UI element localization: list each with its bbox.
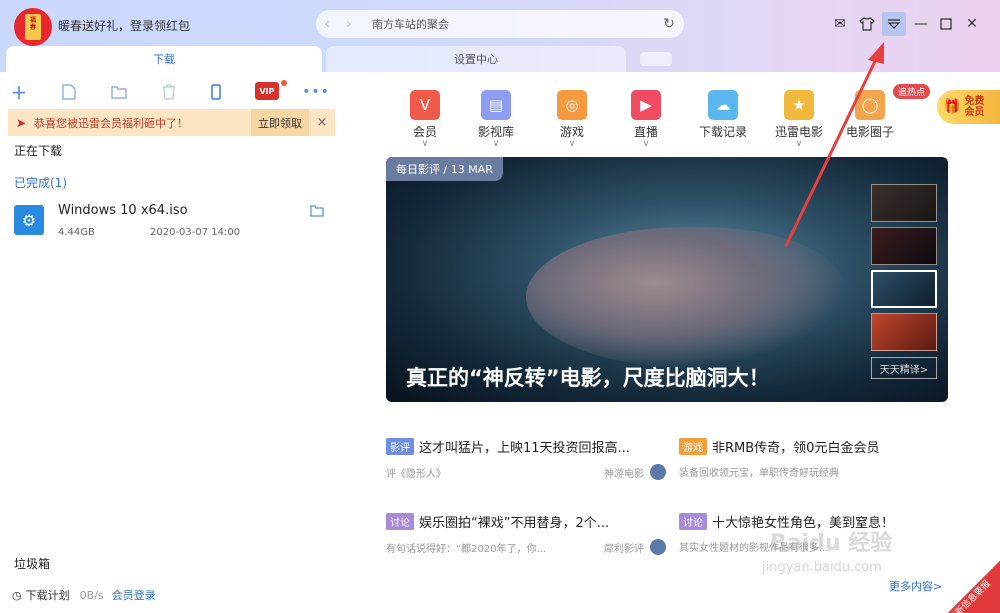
annotation-arrow [784, 42, 884, 247]
